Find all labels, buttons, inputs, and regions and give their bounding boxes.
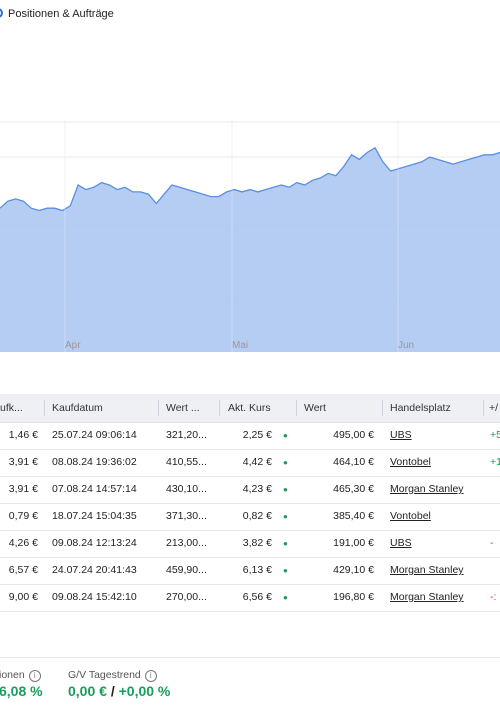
cell-akt-kurs: 3,82 € bbox=[242, 537, 272, 549]
cell-gv bbox=[490, 557, 500, 584]
table-row[interactable]: 3,91 € 08.08.24 19:36:02 410,55... 4,42 € ● 4… bbox=[0, 449, 500, 477]
cell-kaufkurs: 3,91 € bbox=[8, 456, 38, 468]
col-header-kaufkurs[interactable]: ufk... bbox=[0, 394, 40, 422]
table-row[interactable]: 0,79 € 18.07.24 15:04:35 371,30... 0,82 € ● 3… bbox=[0, 503, 500, 531]
summary-value-positionen: 6,08 % bbox=[0, 683, 43, 699]
cell-akt-kurs: 6,13 € bbox=[242, 564, 272, 576]
col-header-gv[interactable]: +/ bbox=[489, 394, 500, 422]
cell-kaufkurs: 4,26 € bbox=[8, 537, 38, 549]
cell-handelsplatz[interactable]: Vontobel bbox=[390, 503, 480, 530]
info-icon[interactable]: i bbox=[144, 670, 157, 682]
cell-handelsplatz[interactable]: Morgan Stanley bbox=[390, 557, 480, 584]
summary-value-tagestrend: 0,00 € / +0,00 % bbox=[68, 683, 171, 699]
price-chart: Apr Mai Jun bbox=[0, 30, 500, 360]
cell-kaufkurs: 3,91 € bbox=[8, 483, 38, 495]
cell-akt-kurs: 4,23 € bbox=[242, 483, 272, 495]
cell-wert: 196,80 € bbox=[333, 591, 374, 603]
x-tick-label: Jun bbox=[398, 340, 414, 351]
table-row[interactable]: 1,46 € 25.07.24 09:06:14 321,20... 2,25 € ● 4… bbox=[0, 422, 500, 450]
table-row[interactable]: 3,91 € 07.08.24 14:57:14 430,10... 4,23 € ● 4… bbox=[0, 476, 500, 504]
live-indicator-icon: ● bbox=[283, 593, 288, 602]
cell-gv bbox=[490, 503, 500, 530]
cell-wert-kauf: 321,20... bbox=[166, 429, 207, 441]
live-indicator-icon: ● bbox=[283, 458, 288, 467]
summary-label-positionen: ionen i bbox=[0, 669, 41, 682]
cell-wert-kauf: 430,10... bbox=[166, 483, 207, 495]
cell-wert: 191,00 € bbox=[333, 537, 374, 549]
cell-akt-kurs: 6,56 € bbox=[242, 591, 272, 603]
cell-kaufkurs: 9,00 € bbox=[8, 591, 38, 603]
cell-akt-kurs: 0,82 € bbox=[242, 510, 272, 522]
col-header-wert[interactable]: Wert bbox=[304, 394, 364, 422]
table-row[interactable]: 6,57 € 24.07.24 20:41:43 459,90... 6,13 € ● 4… bbox=[0, 557, 500, 585]
x-tick-label: Apr bbox=[65, 340, 81, 351]
summary-label-tagestrend: G/V Tagestrend i bbox=[68, 669, 157, 682]
cell-wert: 495,00 € bbox=[333, 429, 374, 441]
cell-kaufkurs: 0,79 € bbox=[8, 510, 38, 522]
live-indicator-icon: ● bbox=[283, 485, 288, 494]
cell-handelsplatz[interactable]: UBS bbox=[390, 422, 480, 449]
live-indicator-icon: ● bbox=[283, 539, 288, 548]
col-header-kaufdatum[interactable]: Kaufdatum bbox=[52, 394, 152, 422]
summary-footer: ionen i 6,08 % G/V Tagestrend i 0,00 € / +… bbox=[0, 657, 500, 706]
cell-kaufdatum: 24.07.24 20:41:43 bbox=[52, 564, 137, 576]
cell-wert-kauf: 459,90... bbox=[166, 564, 207, 576]
col-header-handelsplatz[interactable]: Handelsplatz bbox=[390, 394, 480, 422]
cell-kaufdatum: 25.07.24 09:06:14 bbox=[52, 429, 137, 441]
cell-kaufdatum: 18.07.24 15:04:35 bbox=[52, 510, 137, 522]
cell-wert-kauf: 410,55... bbox=[166, 456, 207, 468]
cell-gv: +1 bbox=[490, 456, 500, 468]
radio-icon[interactable] bbox=[0, 8, 3, 18]
cell-handelsplatz[interactable]: UBS bbox=[390, 530, 480, 557]
live-indicator-icon: ● bbox=[283, 566, 288, 575]
table-header: ufk... Kaufdatum Wert ... Akt. Kurs Wert… bbox=[0, 394, 500, 423]
table-row[interactable]: 4,26 € 09.08.24 12:13:24 213,00... 3,82 € ● 1… bbox=[0, 530, 500, 558]
cell-wert: 464,10 € bbox=[333, 456, 374, 468]
chart-area-fill bbox=[0, 147, 500, 352]
col-header-akt-kurs[interactable]: Akt. Kurs bbox=[228, 394, 288, 422]
cell-kaufdatum: 09.08.24 12:13:24 bbox=[52, 537, 137, 549]
cell-gv: +5 bbox=[490, 429, 500, 441]
cell-wert: 429,10 € bbox=[333, 564, 374, 576]
cell-wert: 465,30 € bbox=[333, 483, 374, 495]
live-indicator-icon: ● bbox=[283, 431, 288, 440]
live-indicator-icon: ● bbox=[283, 512, 288, 521]
cell-kaufdatum: 07.08.24 14:57:14 bbox=[52, 483, 137, 495]
cell-wert: 385,40 € bbox=[333, 510, 374, 522]
info-icon[interactable]: i bbox=[28, 670, 41, 682]
col-header-wert-kauf[interactable]: Wert ... bbox=[166, 394, 214, 422]
cell-gv bbox=[490, 476, 500, 503]
cell-handelsplatz[interactable]: Morgan Stanley bbox=[390, 584, 480, 611]
cell-wert-kauf: 371,30... bbox=[166, 510, 207, 522]
cell-wert-kauf: 213,00... bbox=[166, 537, 207, 549]
cell-handelsplatz[interactable]: Morgan Stanley bbox=[390, 476, 480, 503]
cell-kaufkurs: 6,57 € bbox=[8, 564, 38, 576]
cell-kaufdatum: 09.08.24 15:42:10 bbox=[52, 591, 137, 603]
cell-handelsplatz[interactable]: Vontobel bbox=[390, 449, 480, 476]
top-bar: Positionen & Aufträge bbox=[0, 0, 500, 30]
cell-gv: - bbox=[490, 537, 494, 549]
cell-gv: -: bbox=[490, 591, 497, 603]
cell-kaufkurs: 1,46 € bbox=[8, 429, 38, 441]
cell-akt-kurs: 2,25 € bbox=[242, 429, 272, 441]
positions-orders-tab[interactable]: Positionen & Aufträge bbox=[8, 8, 114, 20]
chart-svg: Apr Mai Jun bbox=[0, 120, 500, 352]
cell-akt-kurs: 4,42 € bbox=[242, 456, 272, 468]
table-row[interactable]: 9,00 € 09.08.24 15:42:10 270,00... 6,56 € ● 1… bbox=[0, 584, 500, 612]
cell-wert-kauf: 270,00... bbox=[166, 591, 207, 603]
x-tick-label: Mai bbox=[232, 340, 248, 351]
cell-kaufdatum: 08.08.24 19:36:02 bbox=[52, 456, 137, 468]
